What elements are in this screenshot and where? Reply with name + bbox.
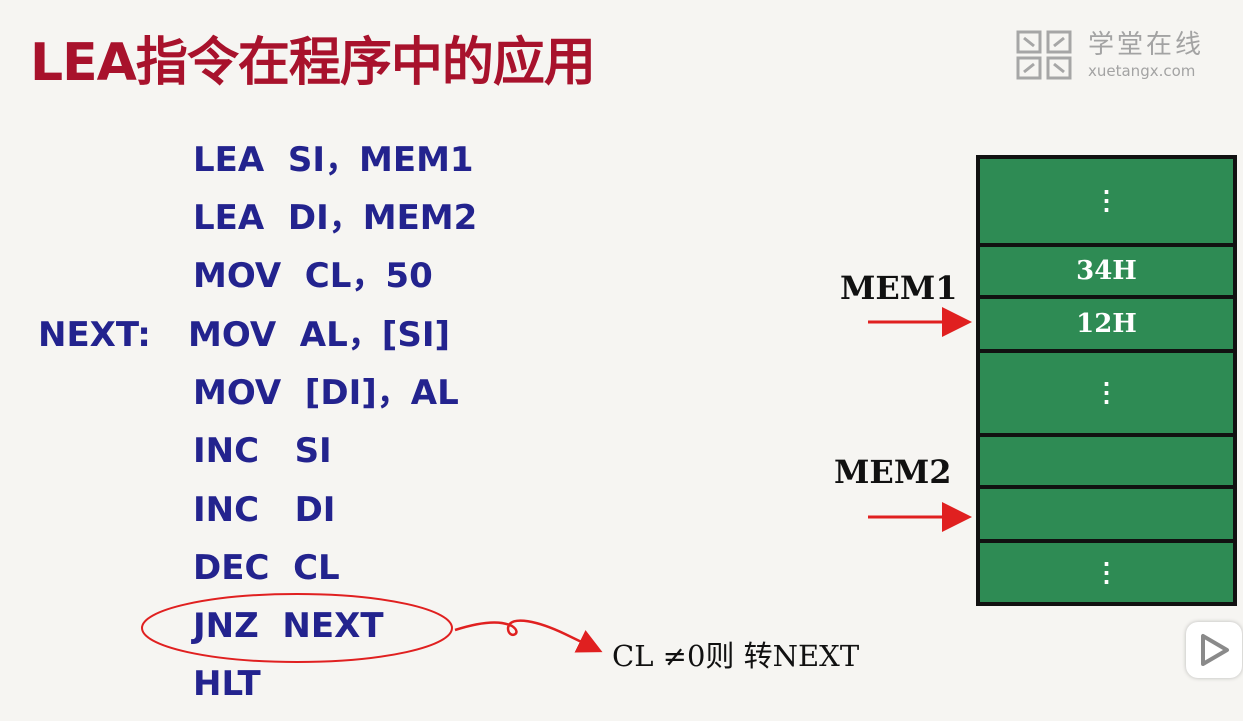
jnz-highlight-ellipse: [141, 593, 453, 663]
play-button[interactable]: [1186, 622, 1242, 678]
curly-arrow: [454, 619, 603, 653]
play-icon: [1201, 634, 1229, 666]
jnz-note: CL ≠0则 转NEXT: [612, 639, 860, 673]
annotation-layer: [141, 307, 972, 663]
